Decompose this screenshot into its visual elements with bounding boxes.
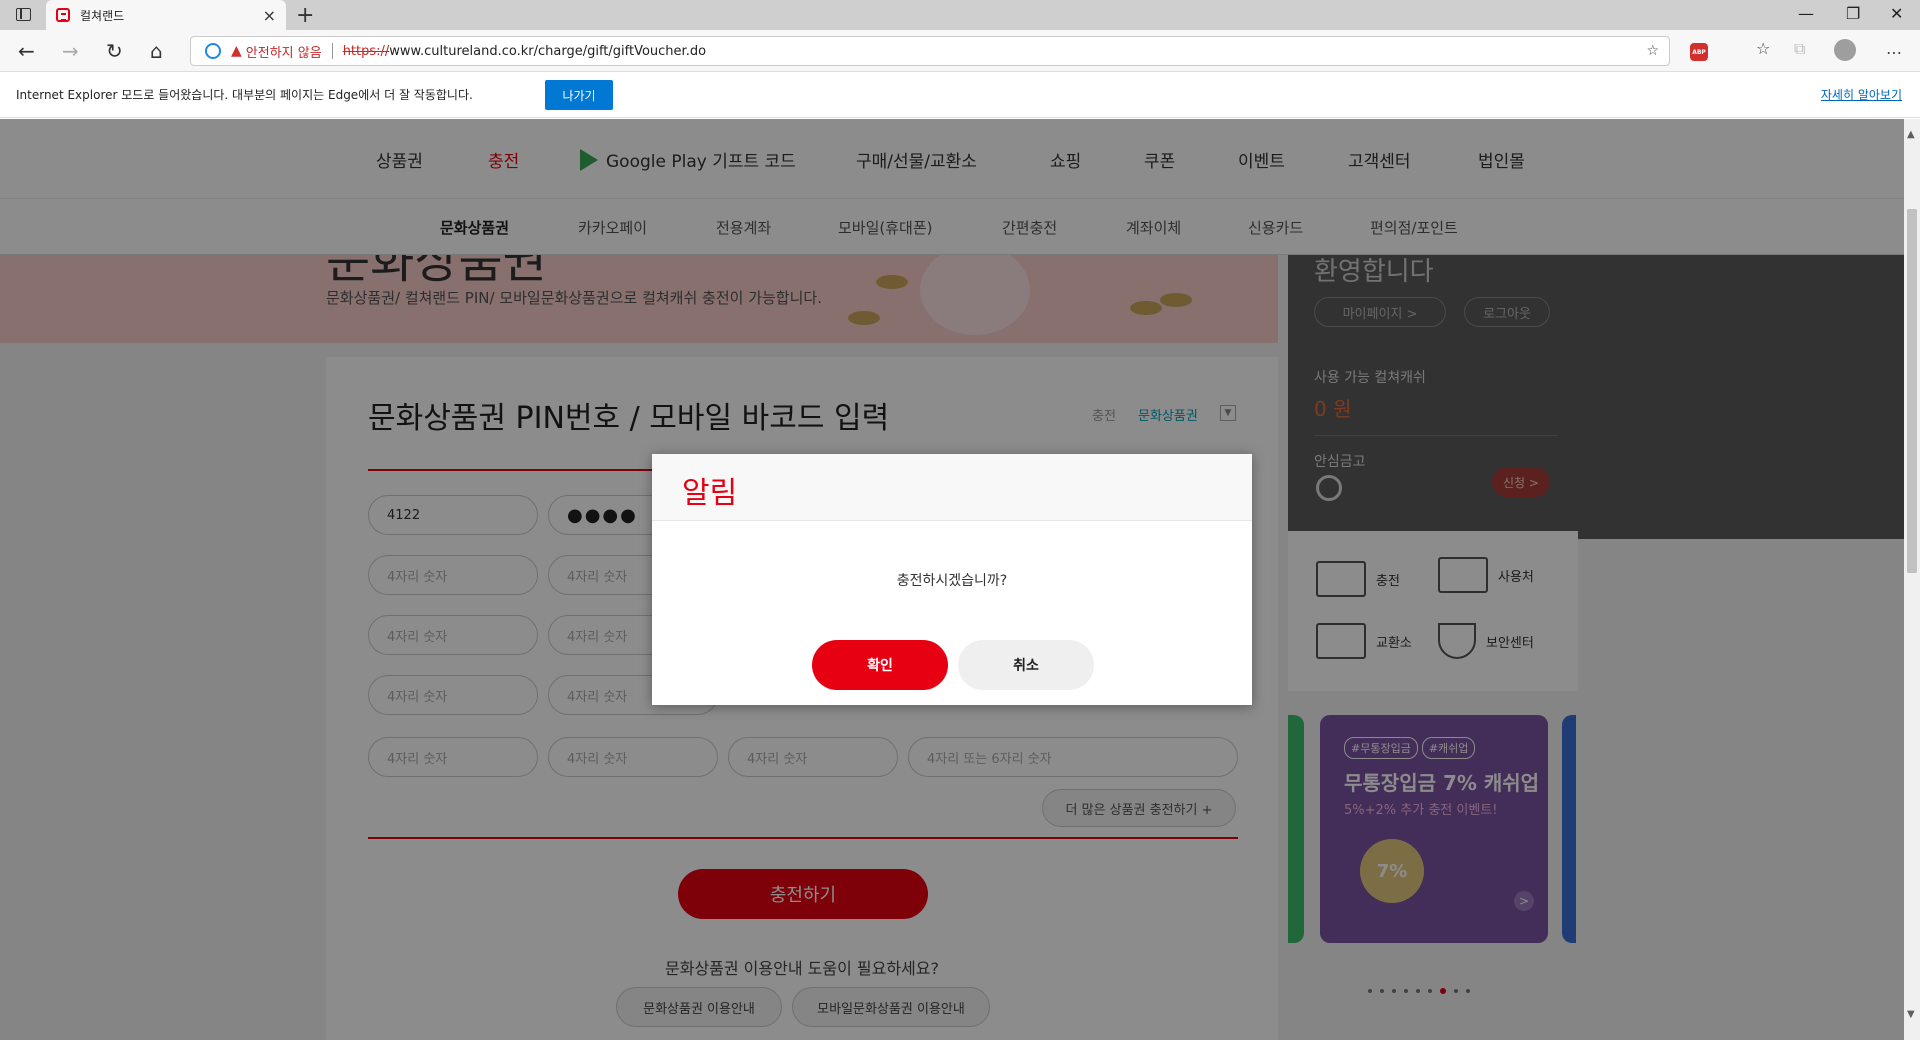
cultureland-favicon-icon <box>56 8 70 22</box>
url-protocol: https:// <box>342 43 390 59</box>
ie-mode-icon[interactable] <box>205 43 221 59</box>
learn-more-link[interactable]: 자세히 알아보기 <box>1821 86 1902 103</box>
close-tab-icon[interactable]: × <box>263 6 276 25</box>
new-tab-button[interactable]: + <box>296 3 314 28</box>
warning-icon: ▲ <box>231 43 242 59</box>
ie-mode-message: Internet Explorer 모드로 들어왔습니다. 대부분의 페이지는 … <box>16 88 473 102</box>
scroll-down-icon[interactable]: ▼ <box>1907 1009 1915 1020</box>
not-secure-label[interactable]: 안전하지 않음 <box>246 42 322 61</box>
collections-icon[interactable]: ⧉ <box>1794 39 1805 59</box>
more-menu-icon[interactable]: … <box>1886 39 1902 58</box>
cancel-button[interactable]: 취소 <box>958 640 1094 690</box>
scroll-up-icon[interactable]: ▲ <box>1907 129 1915 140</box>
address-toolbar: ← → ↻ ⌂ ▲ 안전하지 않음 https:// www.culturela… <box>0 30 1920 72</box>
ie-mode-infobar: Internet Explorer 모드로 들어왔습니다. 대부분의 페이지는 … <box>0 72 1920 118</box>
browser-tab[interactable]: 컬쳐랜드 × <box>46 0 286 30</box>
maximize-icon[interactable]: ❐ <box>1846 4 1860 23</box>
dialog-header: 알림 <box>652 454 1252 521</box>
dialog-message: 충전하시겠습니까? <box>896 573 1008 589</box>
url-text: www.cultureland.co.kr/charge/gift/giftVo… <box>389 43 707 59</box>
minimize-icon[interactable]: — <box>1798 4 1814 23</box>
back-icon[interactable]: ← <box>18 39 35 63</box>
home-icon[interactable]: ⌂ <box>150 39 163 63</box>
leave-ie-mode-button[interactable]: 나가기 <box>545 80 613 110</box>
browser-tabbar: 컬쳐랜드 × + — ❐ ✕ <box>0 0 1920 30</box>
close-window-icon[interactable]: ✕ <box>1890 4 1903 23</box>
tab-actions-icon[interactable] <box>16 8 31 21</box>
dialog-title: 알림 <box>682 476 738 511</box>
url-separator <box>331 43 333 59</box>
refresh-icon[interactable]: ↻ <box>106 39 123 63</box>
confirm-button[interactable]: 확인 <box>812 640 948 690</box>
forward-icon[interactable]: → <box>62 39 79 63</box>
tab-title: 컬쳐랜드 <box>80 8 125 23</box>
add-favorite-icon[interactable]: ☆ <box>1646 43 1659 59</box>
favorites-icon[interactable]: ☆ <box>1756 39 1770 58</box>
adblock-plus-icon[interactable]: ABP <box>1690 43 1708 61</box>
alert-dialog: 알림 충전하시겠습니까? 확인 취소 <box>652 454 1252 705</box>
page-scrollbar[interactable]: ▲ ▼ <box>1904 119 1920 1040</box>
profile-avatar[interactable] <box>1834 39 1856 61</box>
url-bar[interactable]: ▲ 안전하지 않음 https:// www.cultureland.co.kr… <box>190 36 1670 66</box>
scroll-thumb[interactable] <box>1907 209 1917 573</box>
